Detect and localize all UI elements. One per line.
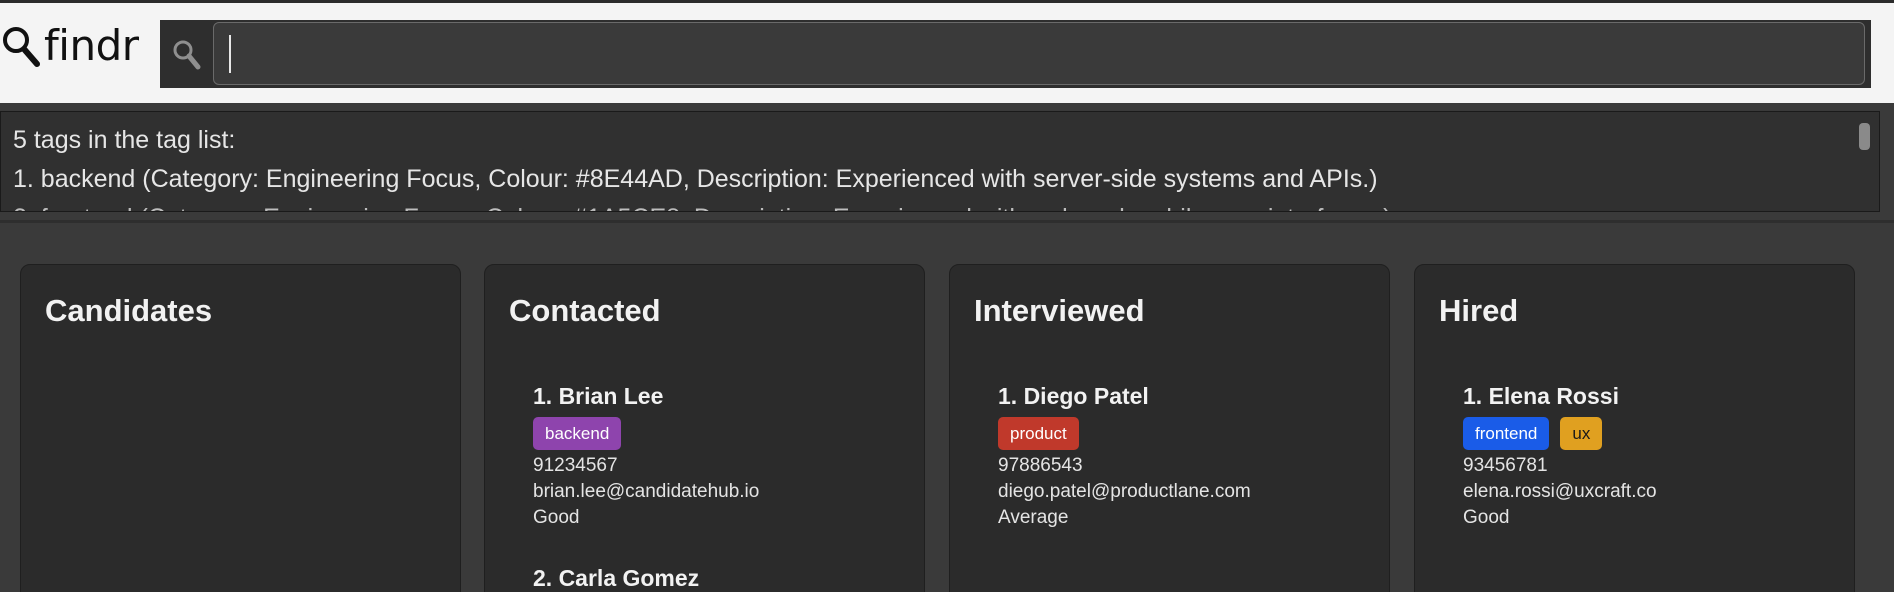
column-contacted: Contacted 1. Brian Lee backend 91234567 … xyxy=(484,264,925,592)
tag-badge: backend xyxy=(533,417,622,450)
column-title: Candidates xyxy=(45,293,213,328)
candidate-rating: Average xyxy=(998,507,1069,528)
top-bar: findr xyxy=(0,0,1894,103)
candidate-name: 2. Carla Gomez xyxy=(533,565,700,591)
command-input[interactable] xyxy=(213,22,1865,85)
candidate-name: 1. Diego Patel xyxy=(998,383,1149,409)
column-title: Hired xyxy=(1439,293,1519,328)
column-candidates: Candidates xyxy=(20,264,461,592)
candidate-rating: Good xyxy=(1463,507,1510,528)
tag-badge: frontend xyxy=(1463,417,1550,450)
candidate-email: diego.patel@productlane.com xyxy=(998,481,1251,502)
candidate-card[interactable]: 1. Brian Lee backend 91234567 brian.lee@… xyxy=(533,383,903,531)
result-scrollbar[interactable] xyxy=(1859,123,1870,150)
result-line-partial: 2. frontend (Category: Engineering Focus… xyxy=(13,204,1392,211)
result-line: 1. backend (Category: Engineering Focus,… xyxy=(13,165,1378,193)
tag-badge: product xyxy=(998,417,1079,450)
result-line: 5 tags in the tag list: xyxy=(13,126,236,154)
column-title: Contacted xyxy=(509,293,661,328)
command-search-icon xyxy=(160,20,212,88)
candidate-email: brian.lee@candidatehub.io xyxy=(533,481,760,502)
tag-list: frontend ux xyxy=(1463,417,1833,450)
tag-list: product xyxy=(998,417,1368,450)
candidate-card[interactable]: 1. Diego Patel product 97886543 diego.pa… xyxy=(998,383,1368,531)
divider xyxy=(0,220,1894,223)
column-hired: Hired 1. Elena Rossi frontend ux 9345678… xyxy=(1414,264,1855,592)
column-interviewed: Interviewed 1. Diego Patel product 97886… xyxy=(949,264,1390,592)
candidate-card[interactable]: 2. Carla Gomez xyxy=(533,565,903,592)
tag-list: backend xyxy=(533,417,903,450)
candidate-phone: 93456781 xyxy=(1463,455,1548,476)
command-box xyxy=(160,20,1871,88)
candidate-name: 1. Elena Rossi xyxy=(1463,383,1619,409)
candidate-email: elena.rossi@uxcraft.co xyxy=(1463,481,1657,502)
app-name: findr xyxy=(44,21,139,70)
candidate-card[interactable]: 1. Elena Rossi frontend ux 93456781 elen… xyxy=(1463,383,1833,531)
app-logo: findr xyxy=(0,21,139,71)
result-display[interactable]: 5 tags in the tag list: 1. backend (Cate… xyxy=(0,111,1880,212)
logo-search-icon xyxy=(3,27,40,67)
column-title: Interviewed xyxy=(974,293,1145,328)
tag-badge: ux xyxy=(1560,417,1603,450)
candidate-name: 1. Brian Lee xyxy=(533,383,664,409)
candidate-rating: Good xyxy=(533,507,580,528)
candidate-phone: 91234567 xyxy=(533,455,618,476)
text-caret xyxy=(229,35,231,73)
candidate-phone: 97886543 xyxy=(998,455,1083,476)
